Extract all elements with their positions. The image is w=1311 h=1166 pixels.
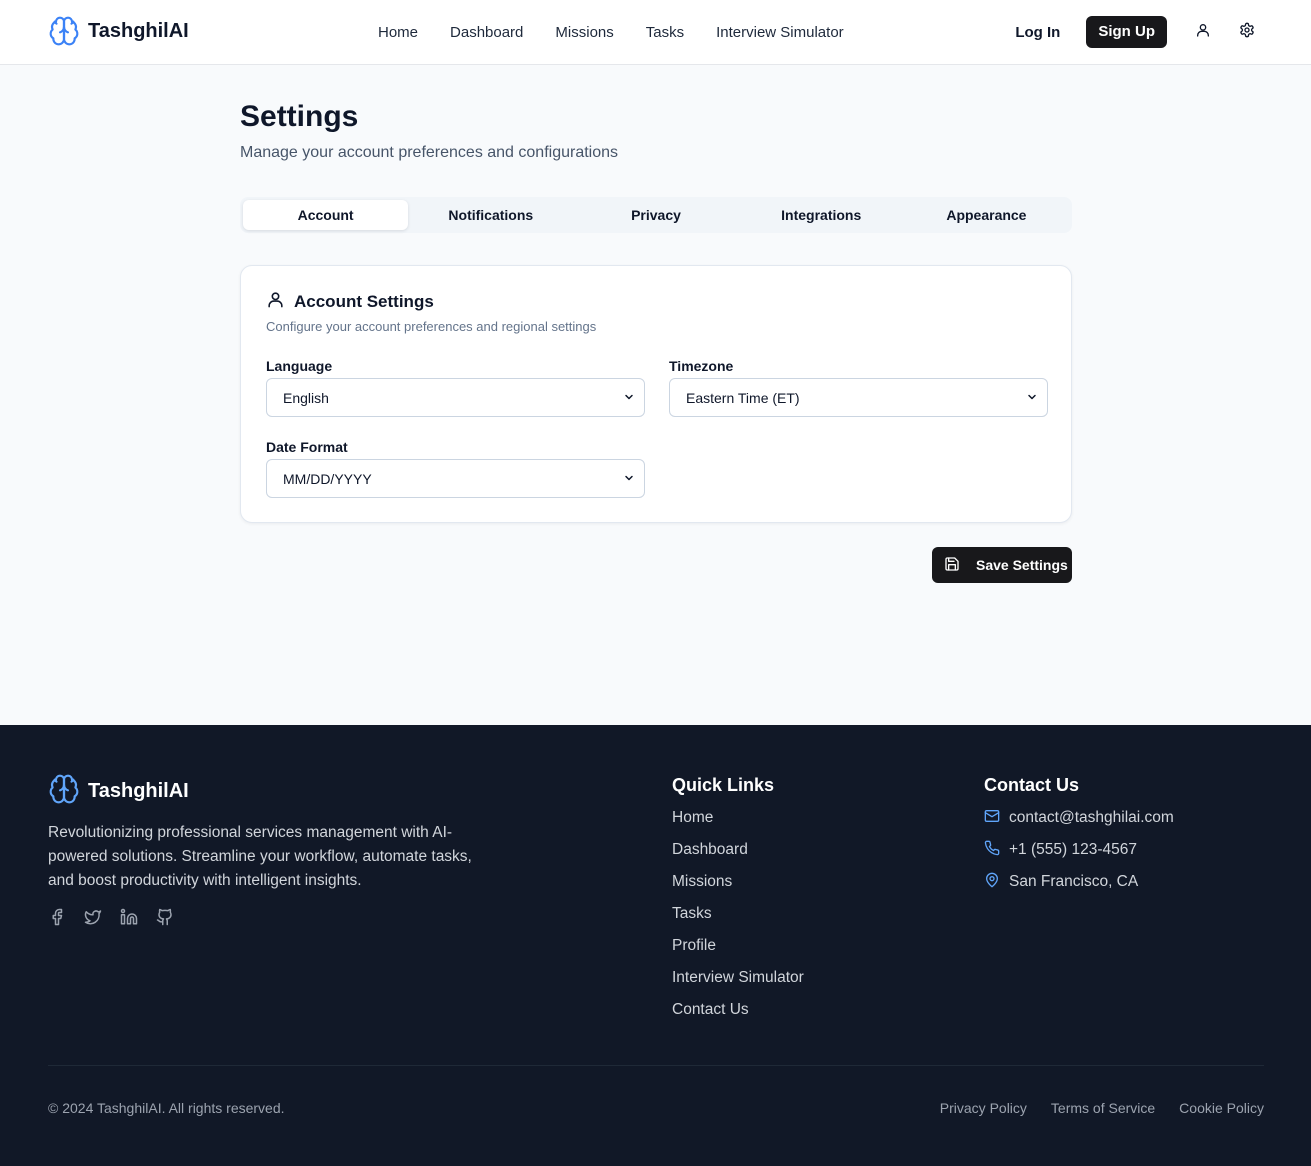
- nav-interview-simulator[interactable]: Interview Simulator: [700, 24, 860, 41]
- contact-email-text: contact@tashghilai.com: [1009, 809, 1174, 826]
- chevron-down-icon: [623, 390, 635, 406]
- site-footer: TashghilAI Revolutionizing professional …: [0, 725, 1311, 1166]
- terms-of-service-link[interactable]: Terms of Service: [1051, 1100, 1155, 1116]
- quick-links-column: Quick Links Home Dashboard Missions Task…: [672, 775, 804, 1020]
- account-settings-card: Account Settings Configure your account …: [240, 265, 1072, 523]
- card-header: Account Settings: [266, 290, 434, 314]
- card-description: Configure your account preferences and r…: [266, 319, 597, 334]
- timezone-label: Timezone: [669, 358, 734, 374]
- footer-description: Revolutionizing professional services ma…: [48, 824, 472, 889]
- language-label: Language: [266, 358, 333, 374]
- cookie-policy-link[interactable]: Cookie Policy: [1179, 1100, 1264, 1116]
- phone-icon: [984, 840, 1000, 861]
- footer-link-interview-simulator[interactable]: Interview Simulator: [672, 968, 804, 988]
- timezone-field: Timezone Eastern Time (ET): [669, 358, 1048, 417]
- nav-tasks[interactable]: Tasks: [630, 24, 700, 41]
- tab-integrations[interactable]: Integrations: [739, 200, 904, 230]
- gear-icon: [1239, 22, 1255, 43]
- footer-link-dashboard[interactable]: Dashboard: [672, 840, 804, 860]
- language-field: Language English: [266, 358, 645, 417]
- footer-link-home[interactable]: Home: [672, 808, 804, 828]
- save-settings-label: Save Settings: [976, 557, 1068, 573]
- language-select[interactable]: English: [266, 378, 645, 417]
- legal-links: Privacy Policy Terms of Service Cookie P…: [940, 1100, 1264, 1116]
- main-nav: Home Dashboard Missions Tasks Interview …: [362, 0, 860, 64]
- nav-missions[interactable]: Missions: [539, 24, 629, 41]
- tab-account[interactable]: Account: [243, 200, 409, 230]
- privacy-policy-link[interactable]: Privacy Policy: [940, 1100, 1027, 1116]
- brain-icon: [48, 15, 80, 47]
- card-title: Account Settings: [294, 292, 434, 311]
- tab-notifications[interactable]: Notifications: [408, 200, 573, 230]
- timezone-select[interactable]: Eastern Time (ET): [669, 378, 1048, 417]
- header-actions: Log In Sign Up: [1003, 16, 1267, 48]
- footer-brand-name: TashghilAI: [88, 780, 189, 802]
- contact-list: contact@tashghilai.com +1 (555) 123-4567…: [984, 808, 1174, 892]
- map-pin-icon: [984, 872, 1000, 893]
- facebook-icon[interactable]: [48, 908, 66, 926]
- signup-button[interactable]: Sign Up: [1086, 16, 1167, 48]
- page-title: Settings: [240, 100, 359, 133]
- footer-link-tasks[interactable]: Tasks: [672, 904, 804, 924]
- footer-link-contact-us[interactable]: Contact Us: [672, 1000, 804, 1020]
- contact-column: Contact Us contact@tashghilai.com +1 (55…: [984, 775, 1174, 892]
- profile-button[interactable]: [1183, 16, 1223, 48]
- brand-name: TashghilAI: [88, 19, 189, 42]
- settings-main: Settings Manage your account preferences…: [240, 98, 1072, 583]
- date-format-label: Date Format: [266, 439, 348, 455]
- contact-location: San Francisco, CA: [984, 872, 1174, 892]
- footer-link-profile[interactable]: Profile: [672, 936, 804, 956]
- linkedin-icon[interactable]: [120, 908, 138, 926]
- contact-title: Contact Us: [984, 775, 1080, 795]
- date-format-select[interactable]: MM/DD/YYYY: [266, 459, 645, 498]
- github-icon[interactable]: [156, 908, 174, 926]
- login-button[interactable]: Log In: [1003, 18, 1072, 47]
- page-subtitle: Manage your account preferences and conf…: [240, 144, 619, 161]
- footer-brand[interactable]: TashghilAI: [48, 773, 189, 810]
- settings-tabs: Account Notifications Privacy Integratio…: [240, 197, 1072, 233]
- nav-home[interactable]: Home: [362, 24, 434, 41]
- copyright: © 2024 TashghilAI. All rights reserved.: [48, 1100, 285, 1116]
- brain-icon: [48, 773, 80, 810]
- contact-phone[interactable]: +1 (555) 123-4567: [984, 840, 1174, 860]
- social-links: [48, 908, 174, 926]
- save-icon: [944, 556, 960, 575]
- save-settings-button[interactable]: Save Settings: [932, 547, 1072, 583]
- user-icon: [1195, 22, 1211, 43]
- quick-links-title: Quick Links: [672, 775, 775, 795]
- footer-divider: [48, 1065, 1264, 1066]
- contact-phone-text: +1 (555) 123-4567: [1009, 841, 1137, 858]
- chevron-down-icon: [623, 471, 635, 487]
- language-value: English: [283, 389, 329, 406]
- nav-dashboard[interactable]: Dashboard: [434, 24, 539, 41]
- contact-location-text: San Francisco, CA: [1009, 873, 1139, 890]
- tab-appearance[interactable]: Appearance: [904, 200, 1069, 230]
- contact-email[interactable]: contact@tashghilai.com: [984, 808, 1174, 828]
- top-header: TashghilAI Home Dashboard Missions Tasks…: [0, 0, 1311, 65]
- footer-link-missions[interactable]: Missions: [672, 872, 804, 892]
- settings-button[interactable]: [1227, 16, 1267, 48]
- chevron-down-icon: [1026, 390, 1038, 406]
- mail-icon: [984, 808, 1000, 829]
- timezone-value: Eastern Time (ET): [686, 389, 800, 406]
- date-format-field: Date Format MM/DD/YYYY: [266, 439, 645, 498]
- brand-logo[interactable]: TashghilAI: [48, 15, 189, 47]
- user-icon: [266, 290, 285, 314]
- date-format-value: MM/DD/YYYY: [283, 470, 372, 487]
- twitter-icon[interactable]: [84, 908, 102, 926]
- tab-privacy[interactable]: Privacy: [573, 200, 738, 230]
- quick-links-list: Home Dashboard Missions Tasks Profile In…: [672, 808, 804, 1020]
